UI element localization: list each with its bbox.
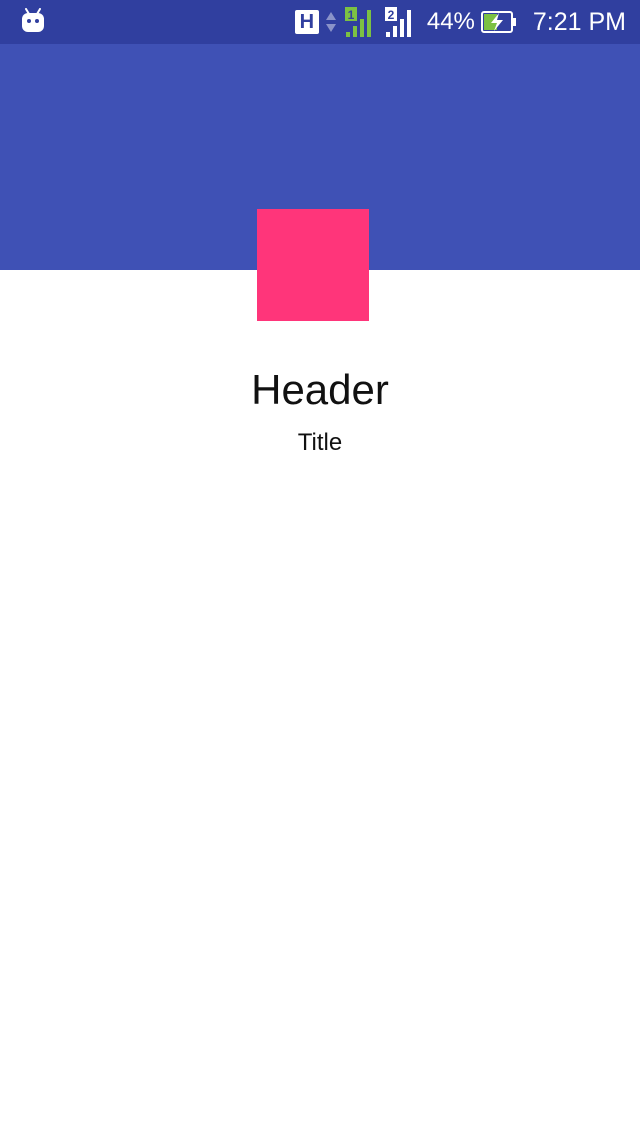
status-bar: H 1 2 44% 7:21 PM bbox=[0, 0, 640, 44]
android-icon bbox=[22, 8, 44, 32]
avatar bbox=[257, 209, 369, 321]
battery-percent: 44% bbox=[426, 8, 475, 35]
header-heading: Header bbox=[251, 366, 389, 413]
signal-sim1-icon: 1 bbox=[344, 7, 371, 37]
signal-sim2-icon: 2 bbox=[384, 7, 411, 37]
sim1-label: 1 bbox=[348, 8, 355, 22]
sim2-label: 2 bbox=[388, 8, 395, 22]
network-type-icon: H bbox=[294, 10, 319, 34]
status-clock: 7:21 PM bbox=[532, 7, 626, 36]
title-text: Title bbox=[297, 429, 343, 456]
battery-charging-icon bbox=[480, 11, 516, 33]
status-icons: H 1 2 44% 7:21 PM bbox=[294, 0, 626, 44]
data-arrows-icon bbox=[325, 12, 336, 32]
screen: H 1 2 44% 7:21 PM Header Title bbox=[0, 0, 640, 1138]
